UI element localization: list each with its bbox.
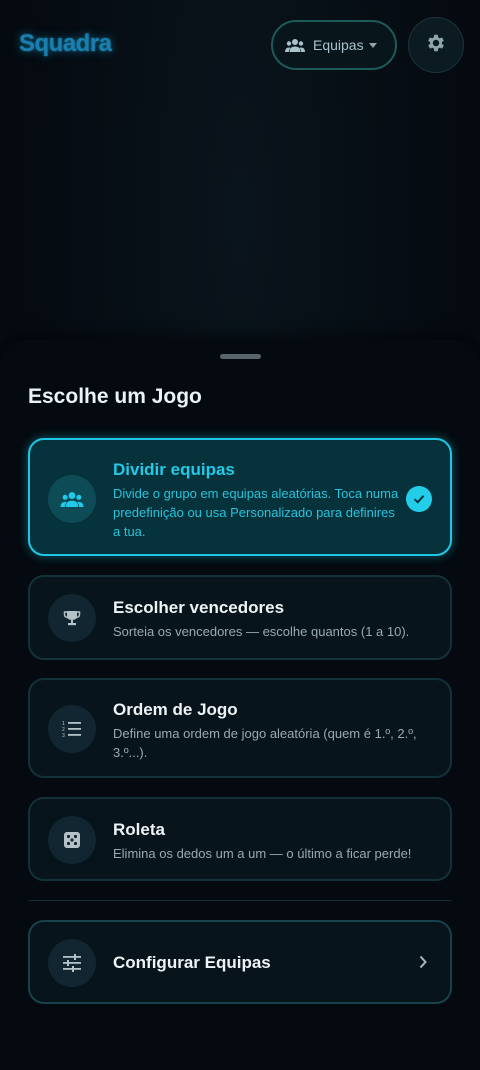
game-title: Roleta [113,820,165,839]
numbered-list-icon: 1 2 3 [48,705,96,753]
check-icon [406,486,432,512]
groups-icon [48,475,96,523]
screen: Squadra Equipas Escolhe um Jogo Dividir … [0,0,480,1070]
game-card-roleta[interactable]: Roleta Elimina os dedos um a um — o últi… [28,797,452,881]
configure-teams-label: Configurar Equipas [113,953,271,972]
game-description: Sorteia os vencedores — escolhe quantos … [113,624,410,639]
sheet-drag-handle[interactable] [220,354,261,359]
gear-icon [425,32,447,59]
game-description: Elimina os dedos um a um — o último a fi… [113,846,412,861]
game-description: Define uma ordem de jogo aleatória (quem… [113,726,417,760]
caret-down-icon [369,43,377,48]
settings-button[interactable] [408,17,464,73]
game-title: Escolher vencedores [113,598,285,617]
teams-dropdown[interactable]: Equipas [271,20,397,70]
game-description: Divide o grupo em equipas aleatórias. To… [113,486,399,539]
dice-icon [48,816,96,864]
game-picker-sheet: Escolhe um Jogo Dividir equipas Divide o… [0,340,480,1070]
chevron-right-icon [418,954,428,975]
svg-text:3: 3 [62,733,65,739]
divider [28,900,452,901]
teams-dropdown-label: Equipas [313,37,364,53]
app-logo: Squadra [19,30,112,57]
game-card-dividir-equipas[interactable]: Dividir equipas Divide o grupo em equipa… [28,438,452,556]
trophy-icon [48,594,96,642]
game-title: Dividir equipas [113,460,235,479]
groups-icon [285,37,305,53]
sliders-icon [48,939,96,987]
game-card-ordem-de-jogo[interactable]: 1 2 3 Ordem de Jogo Define uma ordem de … [28,678,452,778]
sheet-title: Escolhe um Jogo [28,385,202,408]
game-card-escolher-vencedores[interactable]: Escolher vencedores Sorteia os vencedore… [28,575,452,660]
game-title: Ordem de Jogo [113,700,238,719]
configure-teams-button[interactable]: Configurar Equipas [28,920,452,1004]
